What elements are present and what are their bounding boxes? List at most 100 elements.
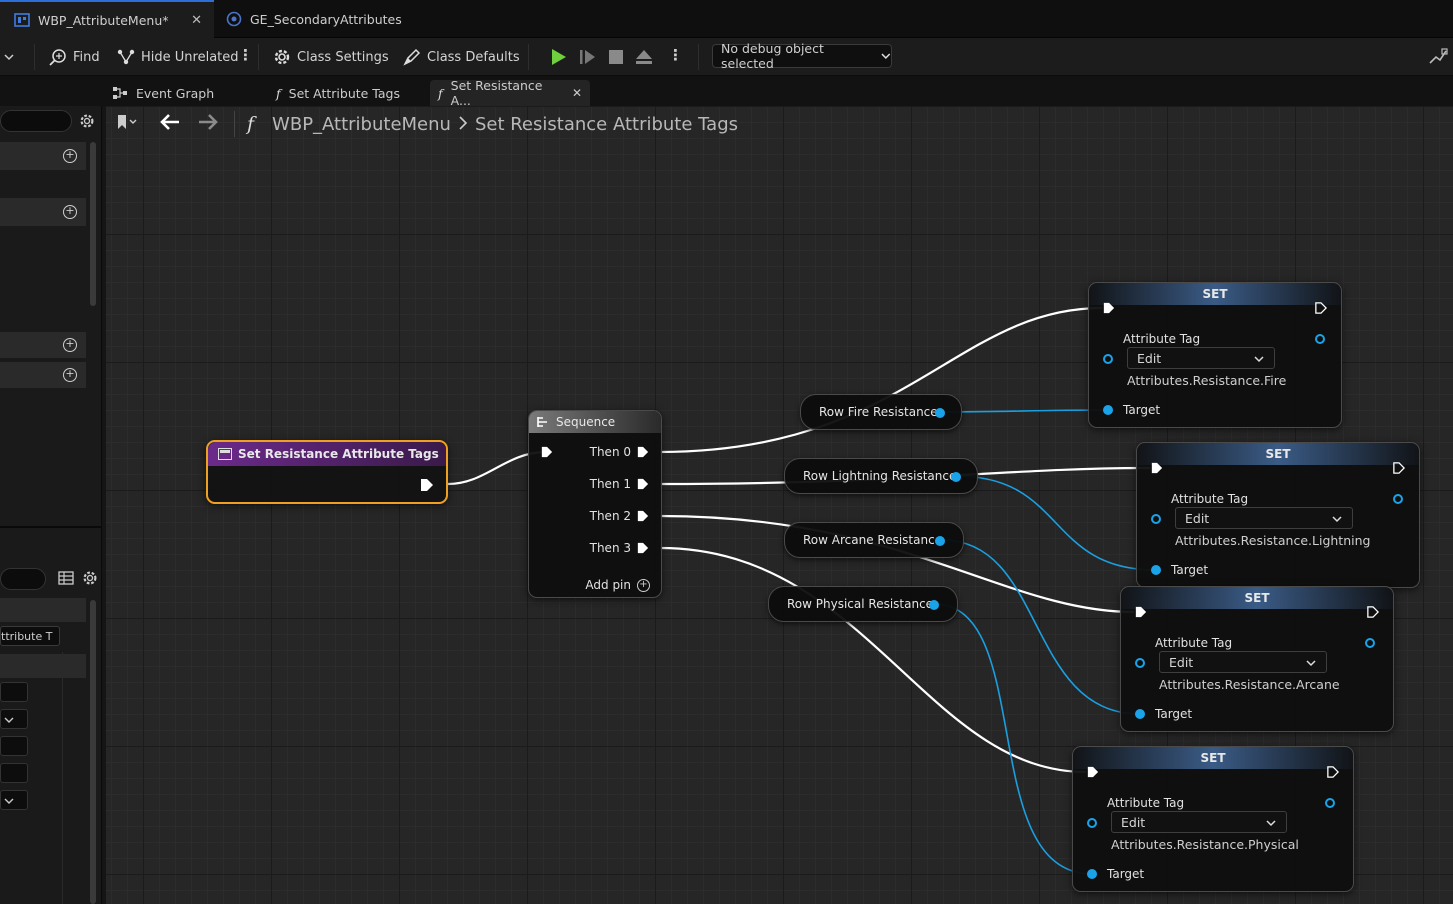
target-pin[interactable] <box>1135 709 1145 719</box>
then-0-label: Then 0 <box>589 445 631 459</box>
object-out-pin[interactable] <box>951 472 961 482</box>
find-button[interactable]: Find <box>48 38 100 76</box>
exec-in-pin[interactable] <box>541 446 553 458</box>
panel-divider <box>0 526 102 528</box>
set-node-fire[interactable]: SET Attribute Tag Edit Attributes.Resist… <box>1088 282 1342 428</box>
then-3-pin[interactable] <box>637 542 649 554</box>
then-0-pin[interactable] <box>637 446 649 458</box>
get-row-arcane-resistance[interactable]: Row Arcane Resistance <box>784 522 964 558</box>
then-1-pin[interactable] <box>637 478 649 490</box>
property-dropdown[interactable] <box>0 790 28 810</box>
target-pin[interactable] <box>1151 565 1161 575</box>
search-input[interactable] <box>0 110 72 132</box>
tag-edit-dropdown[interactable]: Edit <box>1127 347 1275 369</box>
class-settings-button[interactable]: Class Settings <box>272 38 389 76</box>
back-arrow-icon[interactable] <box>160 114 180 134</box>
doc-tab-wbp-attributemenu[interactable]: WBP_AttributeMenu* ✕ <box>0 0 214 38</box>
breadcrumb-root[interactable]: WBP_AttributeMenu <box>272 114 451 135</box>
property-field[interactable] <box>0 763 28 783</box>
eject-button[interactable] <box>634 38 659 76</box>
add-graph-icon[interactable]: + <box>63 149 77 163</box>
target-pin[interactable] <box>1103 405 1113 415</box>
attribute-tag-out-pin[interactable] <box>1315 334 1325 344</box>
sequence-header: Sequence <box>529 411 661 433</box>
attribute-tag-in-pin[interactable] <box>1087 818 1097 828</box>
attribute-tag-field[interactable]: ttribute T <box>0 626 60 646</box>
add-macro-icon[interactable]: + <box>63 338 77 352</box>
scrollbar[interactable] <box>90 142 96 306</box>
gear-icon[interactable] <box>81 569 99 587</box>
exec-out-pin[interactable] <box>1315 302 1327 314</box>
tab-event-graph[interactable]: Event Graph <box>104 80 222 106</box>
attribute-tag-in-pin[interactable] <box>1151 514 1161 524</box>
set-node-arcane[interactable]: SET Attribute Tag Edit Attributes.Resist… <box>1120 586 1394 732</box>
play-options-icon[interactable]: ⋮ <box>668 48 683 63</box>
add-function-icon[interactable]: + <box>63 205 77 219</box>
details-category-header[interactable] <box>0 598 86 622</box>
exec-in-pin[interactable] <box>1087 766 1099 778</box>
set-header: SET <box>1137 443 1419 465</box>
step-button[interactable] <box>578 38 603 76</box>
object-out-pin[interactable] <box>935 536 945 546</box>
debug-object-dropdown[interactable]: No debug object selected <box>712 41 892 71</box>
exec-in-pin[interactable] <box>1151 462 1163 474</box>
exec-in-pin[interactable] <box>1135 606 1147 618</box>
add-variable-icon[interactable]: + <box>63 368 77 382</box>
exec-out-pin[interactable] <box>420 478 434 492</box>
details-category-header[interactable] <box>0 654 86 678</box>
forward-arrow-icon[interactable] <box>198 114 218 134</box>
exec-out-pin[interactable] <box>1327 766 1339 778</box>
then-2-pin[interactable] <box>637 510 649 522</box>
details-search-input[interactable] <box>0 568 46 590</box>
tag-value: Attributes.Resistance.Arcane <box>1159 677 1340 692</box>
function-entry-node[interactable]: Set Resistance Attribute Tags <box>206 440 448 504</box>
add-pin-icon[interactable]: + <box>637 579 650 592</box>
gear-icon[interactable] <box>78 112 96 130</box>
table-view-icon[interactable] <box>58 570 74 586</box>
set-node-lightning[interactable]: SET Attribute Tag Edit Attributes.Resist… <box>1136 442 1420 588</box>
close-icon[interactable]: ✕ <box>191 13 202 28</box>
attribute-tag-out-pin[interactable] <box>1393 494 1403 504</box>
object-out-pin[interactable] <box>935 408 945 418</box>
attribute-tag-in-pin[interactable] <box>1103 354 1113 364</box>
doc-tab-label: GE_SecondaryAttributes <box>250 11 402 27</box>
sequence-node[interactable]: Sequence Then 0 Then 1 Then 2 Then 3 Add… <box>528 410 662 598</box>
hide-unrelated-icon <box>117 49 135 65</box>
get-row-physical-resistance[interactable]: Row Physical Resistance <box>768 586 958 622</box>
attribute-tag-out-pin[interactable] <box>1325 798 1335 808</box>
debug-filter-icon[interactable] <box>1428 38 1453 76</box>
close-icon[interactable]: ✕ <box>572 86 582 100</box>
bookmark-icon[interactable] <box>116 114 138 134</box>
eject-icon <box>636 50 652 64</box>
tag-edit-dropdown[interactable]: Edit <box>1175 507 1353 529</box>
doc-tab-ge-secondaryattributes[interactable]: GE_SecondaryAttributes <box>214 0 414 38</box>
tag-edit-dropdown[interactable]: Edit <box>1159 651 1327 673</box>
tag-edit-dropdown[interactable]: Edit <box>1111 811 1287 833</box>
chevron-down-icon[interactable] <box>4 38 19 76</box>
play-button[interactable] <box>548 38 573 76</box>
property-field[interactable] <box>0 682 28 702</box>
target-label: Target <box>1155 707 1193 721</box>
object-out-pin[interactable] <box>929 600 939 610</box>
set-node-physical[interactable]: SET Attribute Tag Edit Attributes.Resist… <box>1072 746 1354 892</box>
hide-unrelated-button[interactable]: Hide Unrelated <box>116 38 239 76</box>
add-pin-label[interactable]: Add pin <box>585 578 631 592</box>
tab-set-resistance-attribute-tags[interactable]: f Set Resistance A... ✕ <box>430 78 590 108</box>
attribute-tag-in-pin[interactable] <box>1135 658 1145 668</box>
get-row-lightning-resistance[interactable]: Row Lightning Resistance <box>784 458 978 494</box>
class-defaults-label: Class Defaults <box>427 49 520 65</box>
get-row-fire-resistance[interactable]: Row Fire Resistance <box>800 394 962 430</box>
stop-button[interactable] <box>606 38 631 76</box>
class-defaults-button[interactable]: Class Defaults <box>402 38 520 76</box>
property-dropdown[interactable] <box>0 709 28 729</box>
property-field[interactable] <box>0 736 28 756</box>
graph-canvas[interactable]: Set Resistance Attribute Tags Sequence T… <box>106 106 1453 904</box>
target-pin[interactable] <box>1087 869 1097 879</box>
exec-out-pin[interactable] <box>1367 606 1379 618</box>
exec-out-pin[interactable] <box>1393 462 1405 474</box>
exec-in-pin[interactable] <box>1103 302 1115 314</box>
scrollbar[interactable] <box>90 600 96 904</box>
attribute-tag-out-pin[interactable] <box>1365 638 1375 648</box>
tab-set-attribute-tags[interactable]: f Set Attribute Tags <box>268 80 408 106</box>
more-options-icon[interactable]: ⋮ <box>238 48 253 63</box>
